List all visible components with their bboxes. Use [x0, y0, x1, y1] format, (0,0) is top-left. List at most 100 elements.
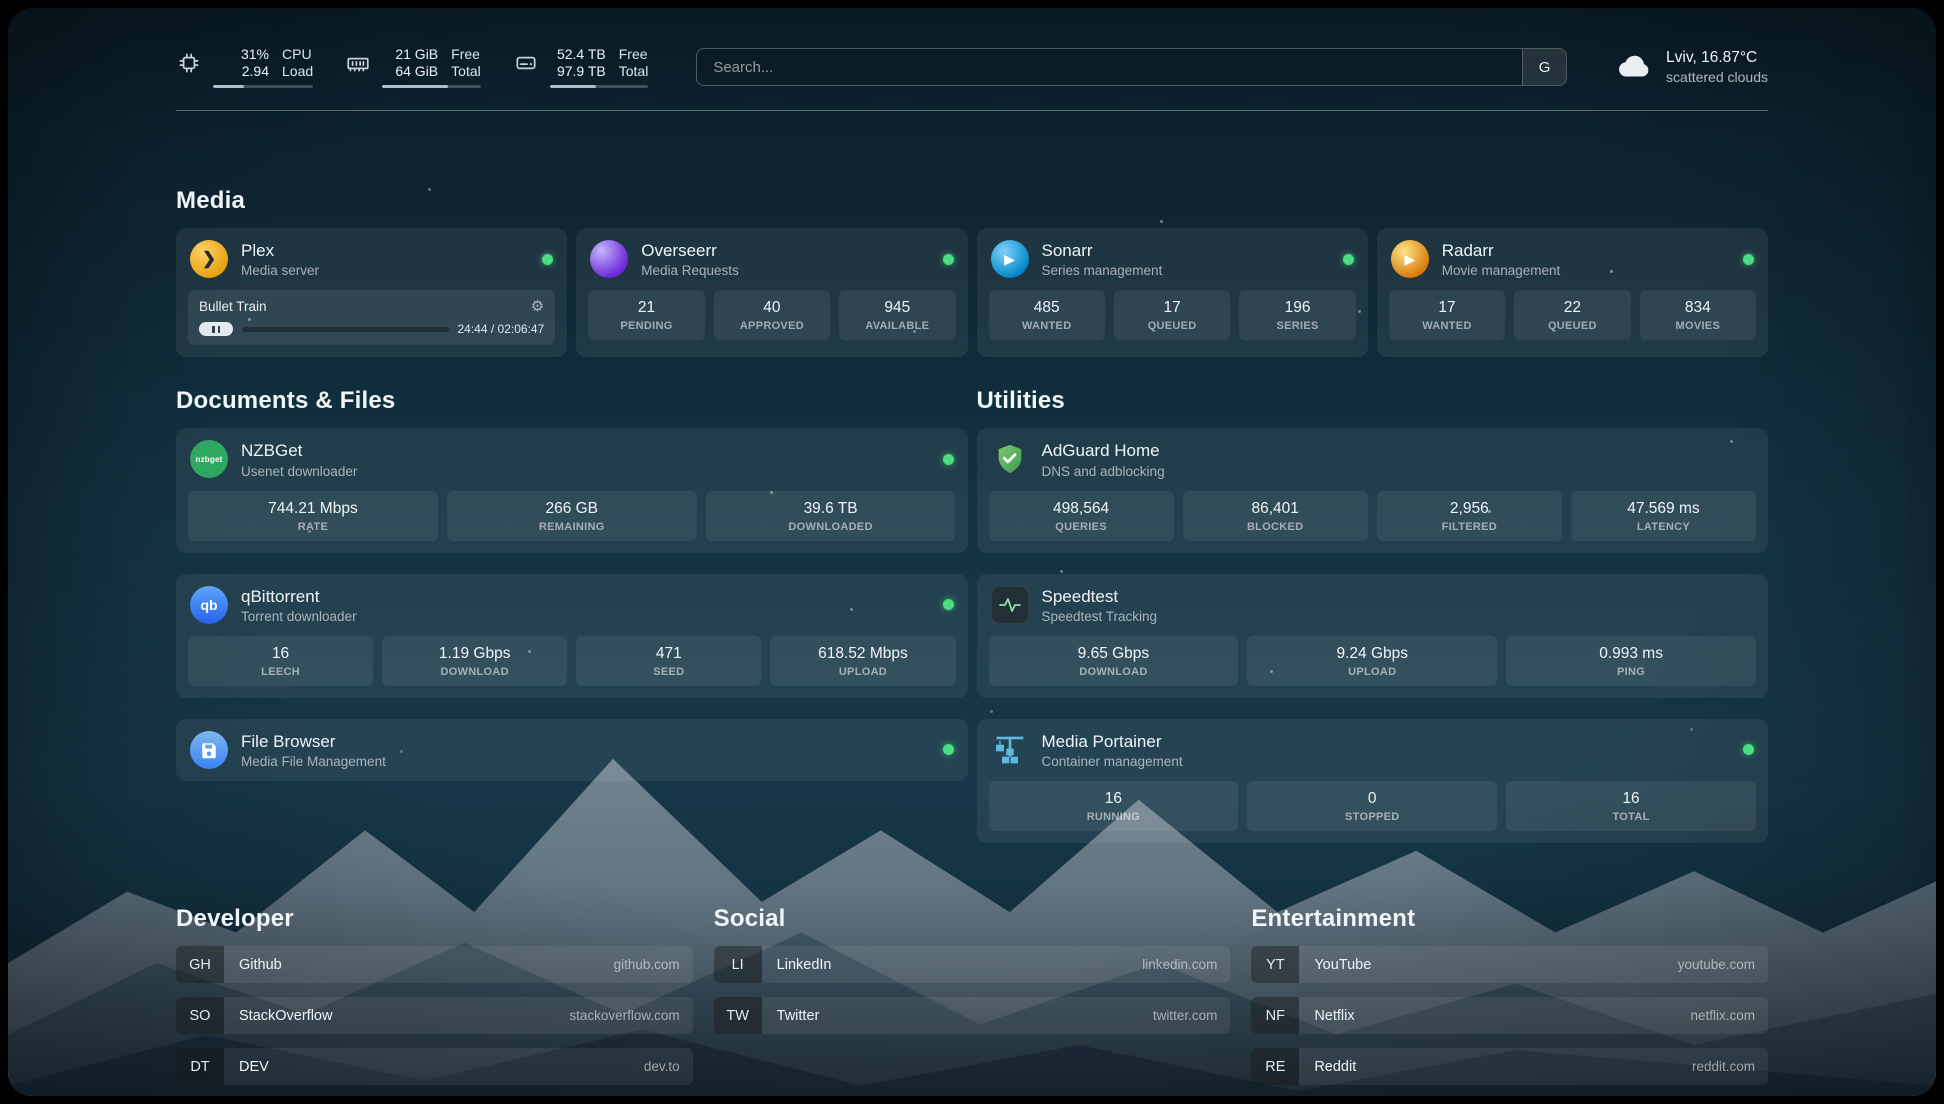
bookmark-group-developer: Developer GH Github github.com SO StackO… — [176, 905, 693, 1085]
memory-free-row: 21 GiB Free — [382, 46, 481, 63]
bookmark-name: Twitter — [777, 1008, 820, 1024]
service-card-sonarr: ▶ Sonarr Series management 485 WANTED — [977, 228, 1368, 357]
adguard-stats: 498,564 QUERIES 86,401 BLOCKED 2,956 FIL… — [977, 491, 1769, 553]
bookmark-name: Github — [239, 957, 282, 973]
service-link-plex[interactable]: ❯ Plex Media server — [176, 228, 567, 290]
stat-leech: 16 LEECH — [188, 636, 373, 686]
service-link-radarr[interactable]: ▶ Radarr Movie management — [1377, 228, 1768, 290]
speedtest-icon — [991, 586, 1029, 624]
disk-progress-bar — [550, 85, 649, 88]
stat-label: FILTERED — [1381, 521, 1558, 533]
service-name: AdGuard Home — [1042, 440, 1165, 461]
dashboard-window: 31% CPU 2.94 Load — [8, 8, 1936, 1096]
radarr-icon: ▶ — [1391, 240, 1429, 278]
stat-value: 40 — [718, 299, 826, 317]
bookmark-twitter[interactable]: TW Twitter twitter.com — [714, 997, 1231, 1034]
service-link-speedtest[interactable]: Speedtest Speedtest Tracking — [977, 574, 1769, 636]
bookmark-linkedin[interactable]: LI LinkedIn linkedin.com — [714, 946, 1231, 983]
nzbget-icon: nzbget — [190, 440, 228, 478]
bookmark-abbr: YT — [1251, 946, 1299, 983]
playback-progress-bar[interactable] — [242, 327, 449, 332]
social-section-title: Social — [714, 905, 1231, 933]
stat-value: 17 — [1393, 299, 1501, 317]
service-link-nzbget[interactable]: nzbget NZBGet Usenet downloader — [176, 428, 968, 490]
bookmark-abbr: NF — [1251, 997, 1299, 1034]
service-link-filebrowser[interactable]: File Browser Media File Management — [176, 719, 968, 781]
service-name: Plex — [241, 240, 319, 261]
stat-remaining: 266 GB REMAINING — [447, 491, 697, 541]
stat-label: APPROVED — [718, 320, 826, 332]
bookmark-group-entertainment: Entertainment YT YouTube youtube.com NF … — [1251, 905, 1768, 1085]
service-name: Media Portainer — [1042, 731, 1183, 752]
service-link-qbittorrent[interactable]: qb qBittorrent Torrent downloader — [176, 574, 968, 636]
sonarr-icon: ▶ — [991, 240, 1029, 278]
service-card-nzbget: nzbget NZBGet Usenet downloader 744.21 M… — [176, 428, 968, 552]
settings-gear-icon[interactable]: ⚙ — [531, 299, 544, 314]
disk-free-value: 52.4 TB — [550, 46, 606, 63]
service-name: qBittorrent — [241, 586, 357, 607]
bookmark-abbr: RE — [1251, 1048, 1299, 1085]
stat-value: 0 — [1251, 790, 1493, 808]
cpu-load-row: 2.94 Load — [213, 63, 313, 80]
service-link-overseerr[interactable]: Overseerr Media Requests — [576, 228, 967, 290]
stat-label: DOWNLOADED — [710, 521, 952, 533]
service-card-overseerr: Overseerr Media Requests 21 PENDING 40 A… — [576, 228, 967, 357]
cpu-usage-row: 31% CPU — [213, 46, 313, 63]
stat-value: 16 — [1510, 790, 1752, 808]
search-input[interactable] — [697, 49, 1522, 85]
service-link-portainer[interactable]: Media Portainer Container management — [977, 719, 1769, 781]
qbittorrent-icon: qb — [190, 586, 228, 624]
status-dot-online — [943, 599, 954, 610]
bookmark-stackoverflow[interactable]: SO StackOverflow stackoverflow.com — [176, 997, 693, 1034]
bookmark-name: DEV — [239, 1059, 269, 1075]
bookmark-netflix[interactable]: NF Netflix netflix.com — [1251, 997, 1768, 1034]
service-card-plex: ❯ Plex Media server Bullet Train ⚙ — [176, 228, 567, 357]
stat-total: 16 TOTAL — [1506, 781, 1756, 831]
status-dot-online — [1743, 744, 1754, 755]
stat-value: 21 — [592, 299, 700, 317]
plex-now-playing: Bullet Train ⚙ 24:44 / 02:06:47 — [188, 290, 555, 345]
service-link-adguard[interactable]: AdGuard Home DNS and adblocking — [977, 428, 1769, 490]
search-provider-button[interactable]: G — [1522, 49, 1566, 85]
stat-queued: 22 QUEUED — [1514, 290, 1630, 340]
bookmark-domain: github.com — [614, 957, 680, 972]
qbittorrent-stats: 16 LEECH 1.19 Gbps DOWNLOAD 471 SEED — [176, 636, 968, 698]
bookmark-reddit[interactable]: RE Reddit reddit.com — [1251, 1048, 1768, 1085]
bookmark-github[interactable]: GH Github github.com — [176, 946, 693, 983]
stat-series: 196 SERIES — [1239, 290, 1355, 340]
stat-value: 86,401 — [1187, 500, 1364, 518]
sonarr-stats: 485 WANTED 17 QUEUED 196 SERIES — [977, 290, 1368, 352]
stat-filtered: 2,956 FILTERED — [1377, 491, 1562, 541]
bookmark-youtube[interactable]: YT YouTube youtube.com — [1251, 946, 1768, 983]
service-subtitle: Movie management — [1442, 263, 1561, 278]
adguard-shield-icon — [991, 440, 1029, 478]
service-subtitle: Torrent downloader — [241, 609, 357, 624]
memory-total-row: 64 GiB Total — [382, 63, 481, 80]
bookmark-dev[interactable]: DT DEV dev.to — [176, 1048, 693, 1085]
stat-queries: 498,564 QUERIES — [989, 491, 1174, 541]
now-playing-title: Bullet Train — [199, 299, 267, 314]
resource-widgets: 31% CPU 2.94 Load — [176, 46, 648, 88]
stat-label: DOWNLOAD — [386, 666, 563, 678]
stat-value: 945 — [843, 299, 951, 317]
service-name: Sonarr — [1042, 240, 1163, 261]
stat-label: RUNNING — [993, 811, 1235, 823]
radarr-stats: 17 WANTED 22 QUEUED 834 MOVIES — [1377, 290, 1768, 352]
pause-button[interactable] — [199, 322, 233, 336]
stat-upload: 9.24 Gbps UPLOAD — [1247, 636, 1497, 686]
stat-value: 2,956 — [1381, 500, 1558, 518]
stat-label: LEECH — [192, 666, 369, 678]
stat-value: 834 — [1644, 299, 1752, 317]
stat-label: DOWNLOAD — [993, 666, 1235, 678]
stat-value: 498,564 — [993, 500, 1170, 518]
stat-value: 471 — [580, 645, 757, 663]
service-card-portainer: Media Portainer Container management 16 … — [977, 719, 1769, 843]
playback-time: 24:44 / 02:06:47 — [458, 322, 545, 336]
cpu-icon — [176, 50, 202, 76]
stat-label: QUERIES — [993, 521, 1170, 533]
bookmark-name: StackOverflow — [239, 1008, 332, 1024]
stat-value: 39.6 TB — [710, 500, 952, 518]
service-link-sonarr[interactable]: ▶ Sonarr Series management — [977, 228, 1368, 290]
service-subtitle: Media server — [241, 263, 319, 278]
stat-value: 16 — [192, 645, 369, 663]
